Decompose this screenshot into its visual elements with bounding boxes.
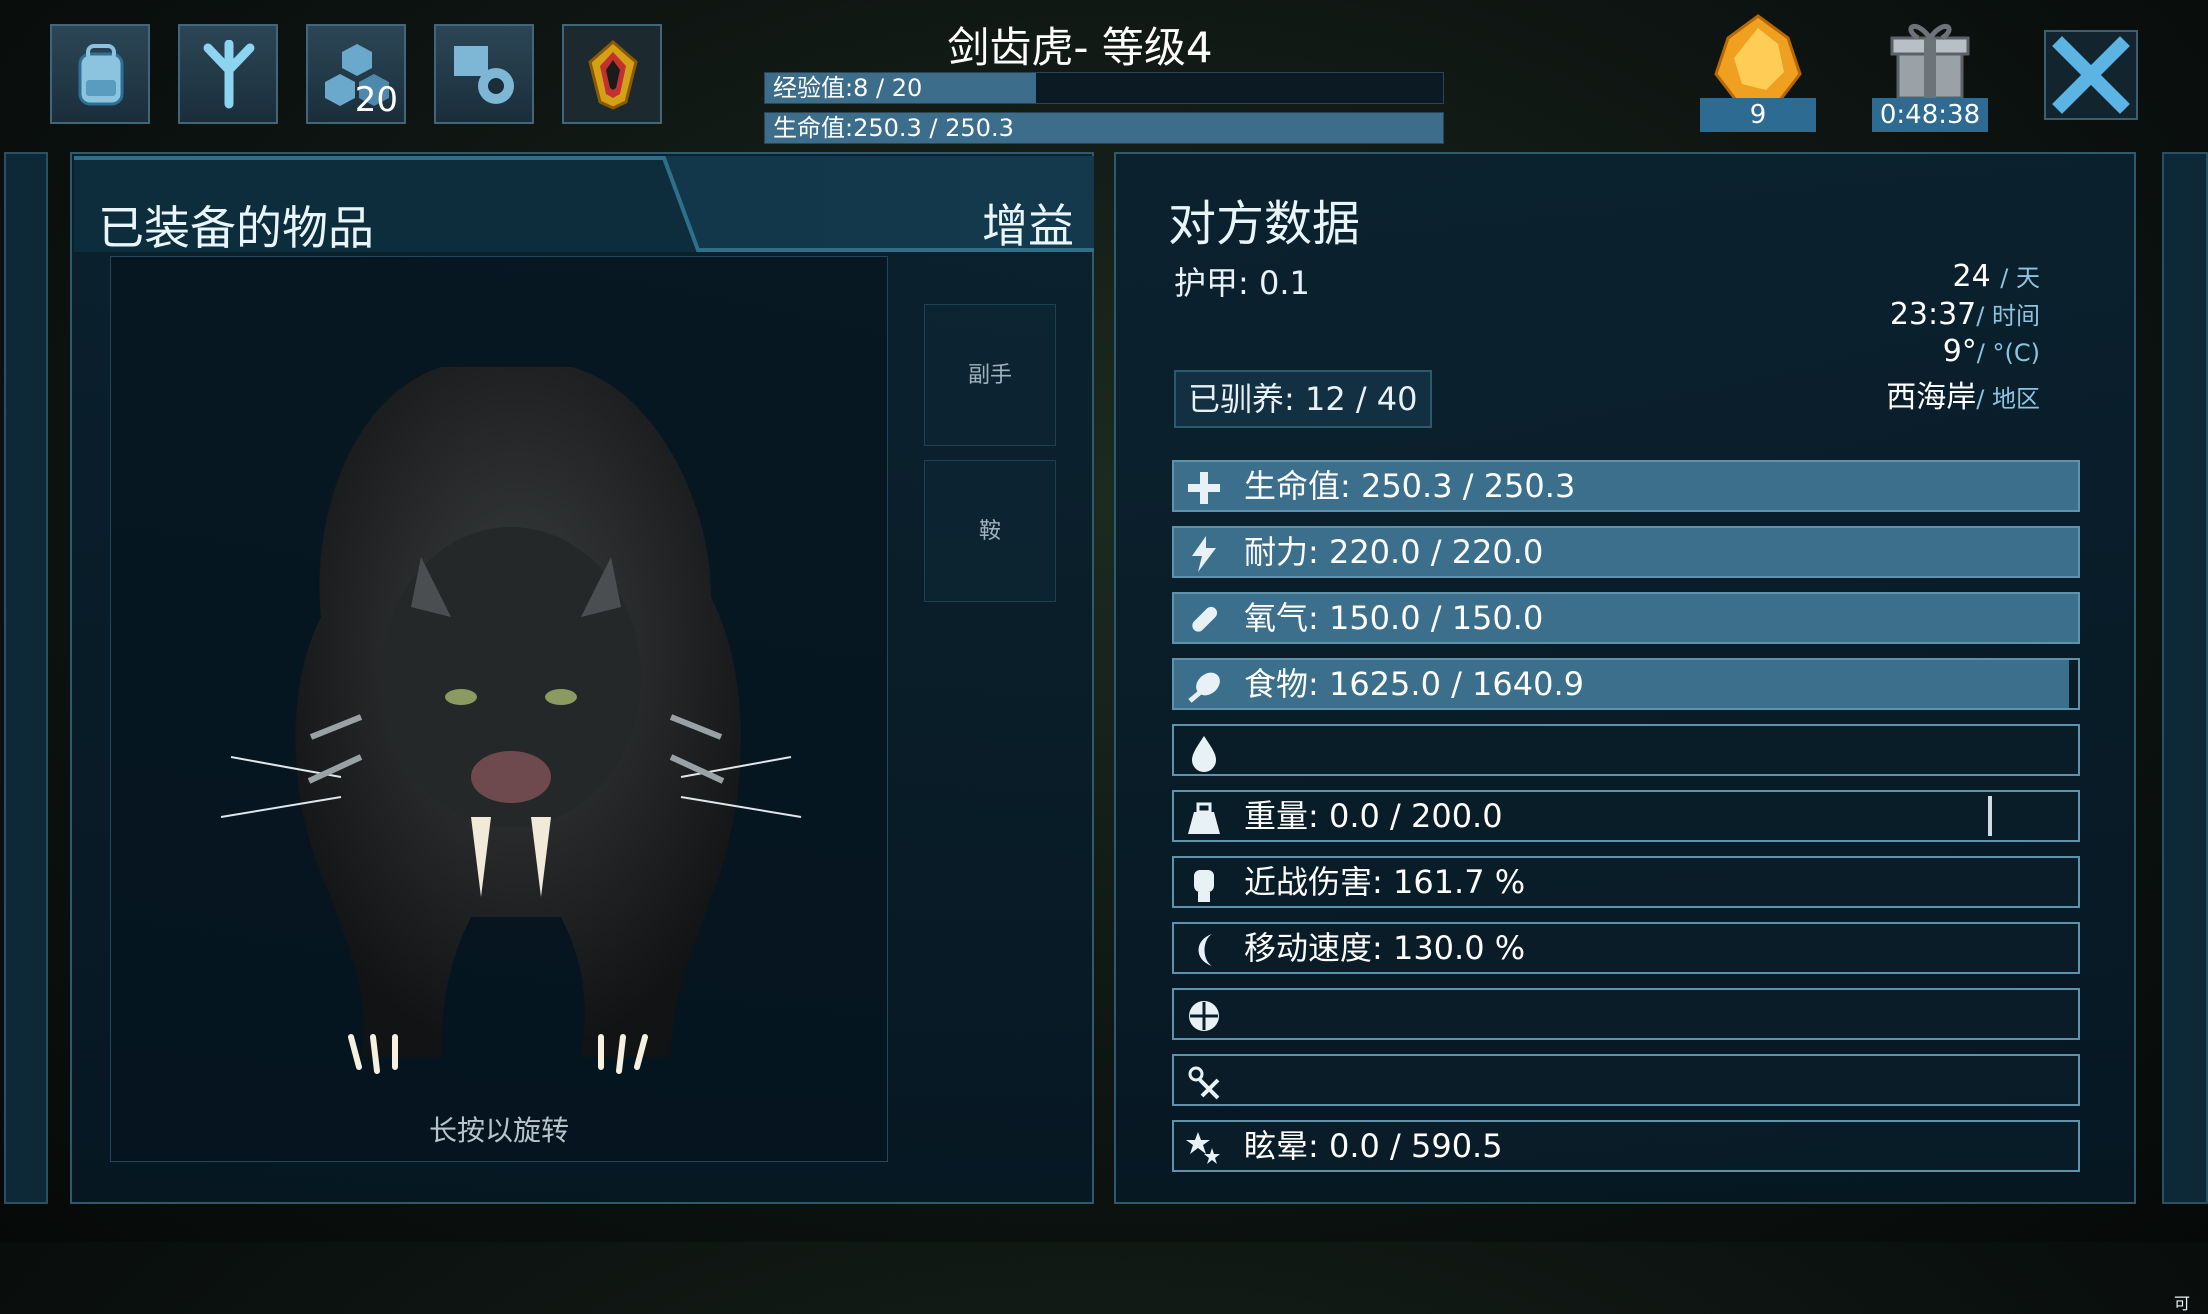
stat-label: 眩晕: 0.0 / 590.5 — [1244, 1127, 1503, 1165]
day-value: 24 — [1952, 259, 1991, 294]
temperature-value: 9° — [1942, 334, 1977, 369]
stat-label: 氧气: 150.0 / 150.0 — [1244, 599, 1544, 637]
world-info: 24 / 天 23:37/ 时间 9°/ °(C) 西海岸/ 地区 — [1680, 258, 2040, 418]
close-icon — [2052, 36, 2130, 114]
rotate-hint: 长按以旋转 — [428, 1114, 569, 1147]
equipment-title: 已装备的物品 — [98, 201, 374, 255]
amber-icon — [1714, 14, 1802, 102]
stat-label: 食物: 1625.0 / 1640.9 — [1244, 665, 1585, 703]
engram-points-badge: 20 — [354, 80, 398, 120]
tame-button[interactable] — [178, 24, 278, 124]
right-edge-strip[interactable]: 可 — [2162, 152, 2208, 1313]
weight-icon — [1184, 798, 1224, 838]
region-unit: / 地区 — [1976, 385, 2040, 413]
stat-row[interactable] — [1172, 988, 2080, 1040]
water-drop-icon — [1184, 732, 1224, 772]
melee-fist-icon — [1184, 864, 1224, 904]
tribe-button[interactable] — [562, 24, 662, 124]
time-unit: / 时间 — [1976, 302, 2040, 330]
movement-speed-icon — [1184, 930, 1224, 970]
temperature-unit: / °(C) — [1976, 339, 2040, 367]
slot-saddle[interactable]: 鞍 — [924, 460, 1056, 602]
stat-label: 重量: 0.0 / 200.0 — [1244, 797, 1503, 835]
stat-label: 耐力: 220.0 / 220.0 — [1244, 533, 1544, 571]
dino-footprint-icon — [203, 40, 255, 109]
settings-button[interactable] — [434, 24, 534, 124]
edge-label: 可 — [2174, 1294, 2191, 1313]
health-cross-icon — [1184, 468, 1224, 508]
stat-row[interactable]: 眩晕: 0.0 / 590.5 — [1172, 1120, 2080, 1172]
xp-bar: 经验值:8 / 20 — [764, 72, 1444, 104]
health-bar: 生命值:250.3 / 250.3 — [764, 112, 1444, 144]
stats-title: 对方数据 — [1168, 196, 1361, 252]
slot-saddle-label: 鞍 — [978, 519, 1001, 544]
close-button[interactable] — [2044, 30, 2138, 120]
stat-label: 近战伤害: 161.7 % — [1244, 863, 1526, 901]
region-value: 西海岸 — [1886, 380, 1977, 415]
weight-marker — [1987, 796, 1992, 836]
tab-buffs[interactable]: 增益 — [982, 190, 1074, 256]
xp-label: 经验值:8 / 20 — [773, 74, 923, 102]
gift-box[interactable]: 0:48:38 — [1872, 14, 1988, 132]
amber-resource[interactable]: 9 — [1700, 14, 1816, 132]
equipment-header: 已装备的物品 增益 — [74, 156, 1094, 255]
left-edge-strip — [4, 152, 48, 1204]
creature-viewer[interactable]: 长按以旋转 — [110, 256, 888, 1162]
stat-row[interactable]: 重量: 0.0 / 200.0 — [1172, 790, 2080, 842]
tamed-count-text: 已驯养: 12 / 40 — [1188, 380, 1418, 418]
food-drumstick-icon — [1184, 666, 1224, 706]
inventory-button[interactable] — [50, 24, 150, 124]
slot-offhand-label: 副手 — [967, 363, 1012, 388]
slot-offhand[interactable]: 副手 — [924, 304, 1056, 446]
amber-count: 9 — [1700, 98, 1816, 132]
gift-icon — [1890, 24, 1970, 100]
stat-row[interactable] — [1172, 724, 2080, 776]
stat-row[interactable]: 耐力: 220.0 / 220.0 — [1172, 526, 2080, 578]
time-value: 23:37 — [1889, 297, 1977, 332]
stat-label: 生命值: 250.3 / 250.3 — [1244, 467, 1576, 505]
stat-row[interactable]: 移动速度: 130.0 % — [1172, 922, 2080, 974]
day-unit: / 天 — [2000, 264, 2040, 292]
stat-row[interactable]: 近战伤害: 161.7 % — [1172, 856, 2080, 908]
oxygen-tank-icon — [1184, 600, 1224, 640]
tamed-count: 已驯养: 12 / 40 — [1174, 370, 1432, 428]
backpack-icon — [78, 44, 124, 106]
stat-label: 移动速度: 130.0 % — [1244, 929, 1526, 967]
stat-row[interactable]: 氧气: 150.0 / 150.0 — [1172, 592, 2080, 644]
stat-row[interactable]: 食物: 1625.0 / 1640.9 — [1172, 658, 2080, 710]
gift-timer: 0:48:38 — [1872, 98, 1988, 132]
crafting-skill-icon — [1184, 1062, 1224, 1102]
stat-row[interactable] — [1172, 1054, 2080, 1106]
fortitude-icon — [1184, 996, 1224, 1036]
armor-value: 护甲: 0.1 — [1174, 264, 1310, 302]
engrams-button[interactable]: 20 — [306, 24, 406, 124]
torpor-icon — [1184, 1128, 1224, 1168]
crystal-emblem-icon — [588, 40, 638, 110]
book-gear-icon — [454, 46, 514, 104]
stamina-bolt-icon — [1184, 534, 1224, 574]
health-label: 生命值:250.3 / 250.3 — [773, 114, 1014, 142]
creature-title: 剑齿虎- 等级4 — [947, 23, 1213, 72]
stat-row[interactable]: 生命值: 250.3 / 250.3 — [1172, 460, 2080, 512]
sabertooth-model — [220, 367, 802, 1074]
